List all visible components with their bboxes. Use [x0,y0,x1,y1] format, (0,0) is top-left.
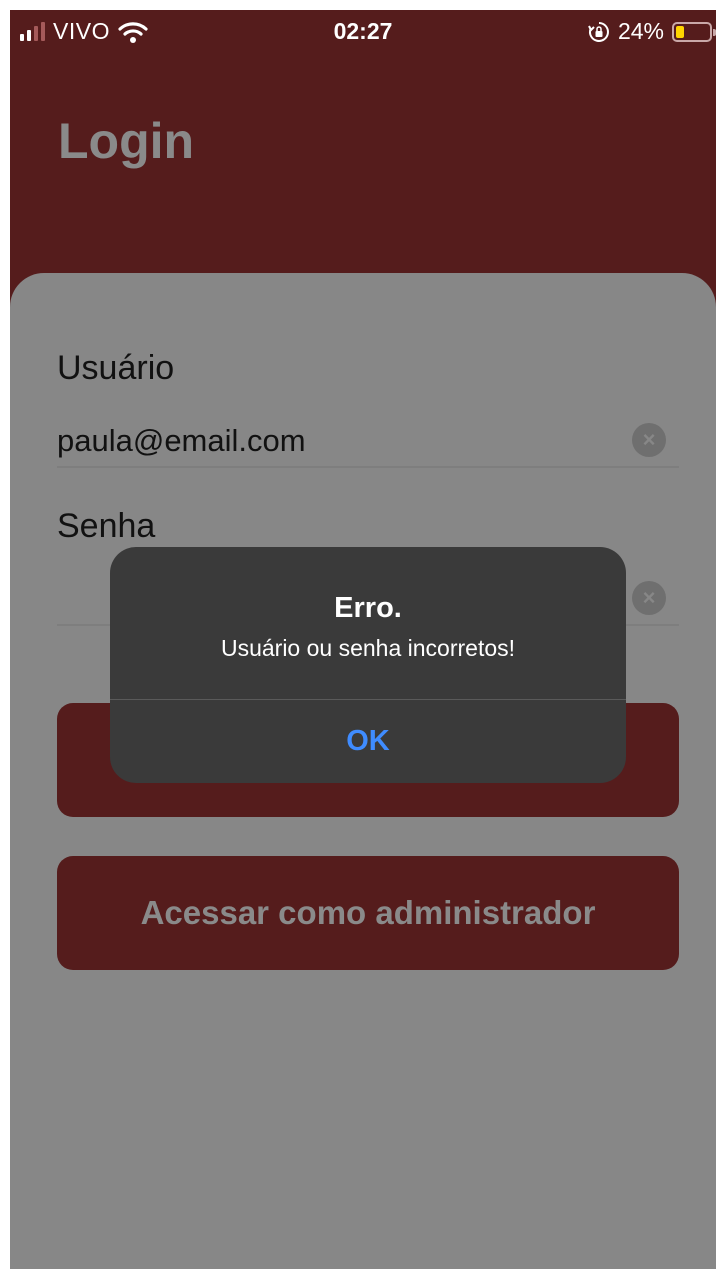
admin-access-button[interactable]: Acessar como administrador [57,856,679,970]
alert-ok-button[interactable]: OK [110,700,626,783]
alert-title: Erro. [334,592,402,624]
page-title: Login [58,113,195,169]
user-field-underline [57,466,679,468]
alert-message: Usuário ou senha incorretos! [220,635,516,661]
user-field[interactable]: paula@email.com [57,423,306,459]
battery-icon [672,21,716,42]
password-label: Senha [57,507,156,545]
error-alert: Erro. Usuário ou senha incorretos! OK [110,547,626,783]
user-label: Usuário [57,349,175,387]
status-bar: VIVO 02:27 24% [10,10,716,52]
login-screen: VIVO 02:27 24% Login Usuário paula@email… [10,10,716,1269]
status-right: 24% [588,18,716,45]
clear-user-icon[interactable]: × [632,423,666,457]
rotation-lock-icon [588,21,609,42]
battery-percent: 24% [617,18,664,44]
clear-password-icon[interactable]: × [632,581,666,615]
